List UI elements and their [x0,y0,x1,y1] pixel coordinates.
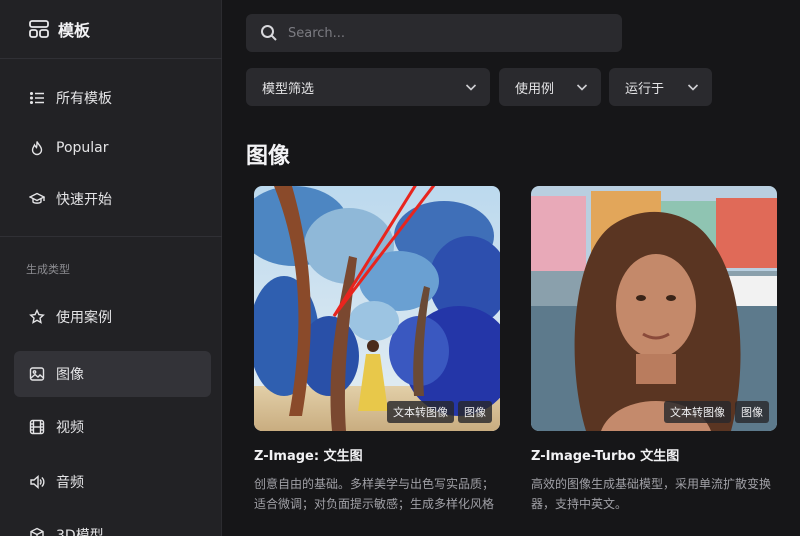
card-title: Z-Image: 文生图 [254,449,363,464]
speaker-icon [28,473,46,491]
brand[interactable]: 模板 [28,17,90,41]
card-tag: 图像 [458,401,492,423]
sidebar-item-label: 图像 [56,367,84,383]
star-icon [28,308,46,326]
sidebar-divider [0,236,222,237]
sidebar-item-quick-start[interactable]: 快速开始 [14,176,211,222]
sidebar: 模板 所有模板 Popular 快速开始 生成类型 使用案例 图像 视频 音频 … [0,0,222,536]
cube-icon [28,526,46,536]
search-bar[interactable] [246,14,622,52]
sidebar-item-image[interactable]: 图像 [14,351,211,397]
sidebar-item-audio[interactable]: 音频 [14,459,211,505]
chevron-down-icon [576,84,588,91]
runs-on-filter-label: 运行于 [625,81,665,97]
chevron-down-icon [465,84,477,91]
sidebar-item-3d-model[interactable]: 3D模型 [14,512,211,536]
card-description: 高效的图像生成基础模型，采用单流扩散变换器，支持中英文。 [531,477,772,511]
graduation-cap-icon [28,190,46,208]
model-filter-dropdown[interactable]: 模型筛选 [246,68,490,106]
sidebar-item-use-cases[interactable]: 使用案例 [14,294,211,340]
card-thumbnail[interactable]: 文本转图像 图像 [531,186,777,431]
sidebar-item-label: 使用案例 [56,310,112,326]
sidebar-item-label: 视频 [56,420,84,436]
landscape-thumbnail-image [254,186,500,431]
sidebar-item-label: 音频 [56,475,84,491]
card-tag: 文本转图像 [664,401,731,423]
section-title: 图像 [246,144,291,169]
template-logo-icon [29,20,49,38]
film-icon [28,418,46,436]
use-case-filter-label: 使用例 [515,81,555,97]
flame-icon [28,139,46,157]
sidebar-item-label: 所有模板 [56,91,112,107]
sidebar-item-label: Popular [56,140,109,156]
sidebar-item-video[interactable]: 视频 [14,404,211,450]
runs-on-filter-dropdown[interactable]: 运行于 [609,68,712,106]
section-label-generation-type: 生成类型 [26,263,70,276]
sidebar-item-label: 3D模型 [56,528,104,536]
template-card[interactable]: 文本转图像 图像 Z-Image: 文生图 创意自由的基础。多样美学与出色写实品… [254,186,500,514]
search-icon [261,25,277,41]
template-card[interactable]: 文本转图像 图像 Z-Image-Turbo 文生图 高效的图像生成基础模型，采… [531,186,777,514]
sidebar-item-popular[interactable]: Popular [14,125,211,171]
model-filter-label: 模型筛选 [262,81,315,97]
brand-title: 模板 [58,21,91,40]
list-icon [28,89,46,107]
card-description: 创意自由的基础。多样美学与出色写实品质；适合微调；对负面提示敏感；生成多样化风格 [254,477,495,511]
card-title: Z-Image-Turbo 文生图 [531,449,680,464]
image-icon [28,365,46,383]
sidebar-item-all-templates[interactable]: 所有模板 [14,75,211,121]
search-input[interactable] [288,25,588,41]
card-thumbnail[interactable]: 文本转图像 图像 [254,186,500,431]
portrait-thumbnail-image [531,186,777,431]
sidebar-item-label: 快速开始 [56,192,112,208]
sidebar-divider [0,58,222,59]
use-case-filter-dropdown[interactable]: 使用例 [499,68,601,106]
chevron-down-icon [687,84,699,91]
card-tag: 文本转图像 [387,401,454,423]
card-tag: 图像 [735,401,769,423]
